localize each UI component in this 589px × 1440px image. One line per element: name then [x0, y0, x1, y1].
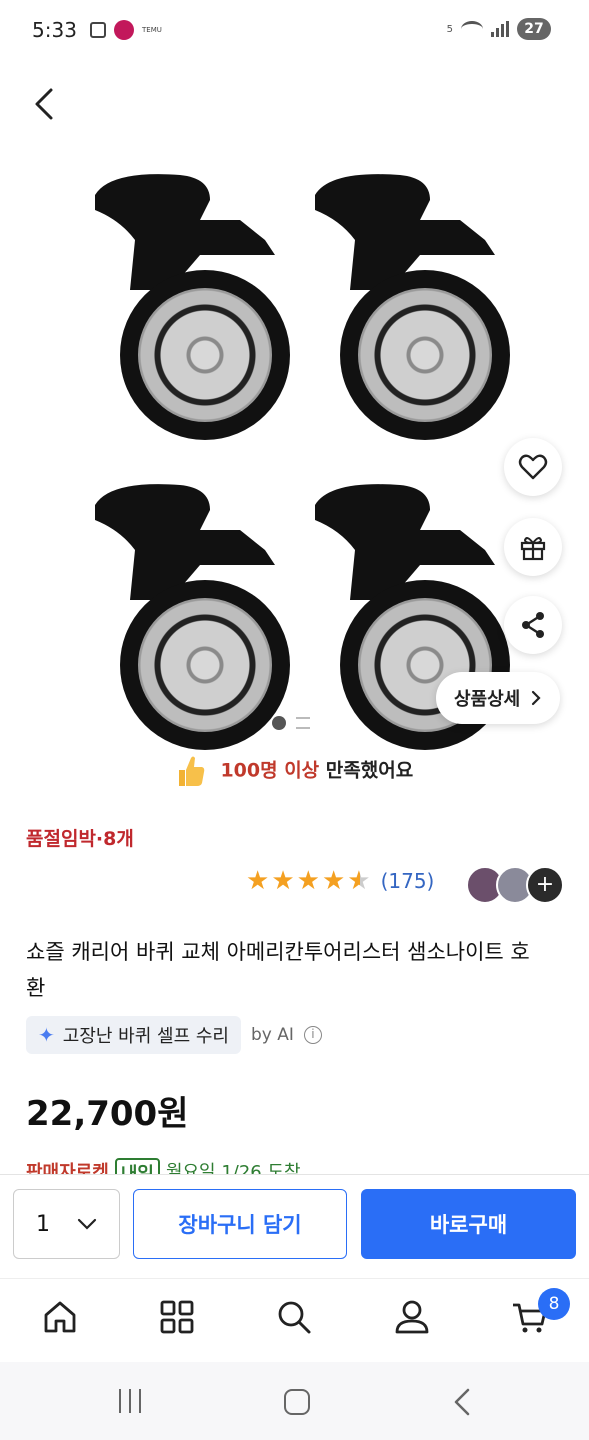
temu-notification-label: TEMU: [142, 26, 162, 34]
buy-now-button[interactable]: 바로구매: [361, 1189, 576, 1259]
chevron-down-icon: [77, 1218, 97, 1230]
status-indicators: 5 27: [447, 18, 551, 40]
carousel-dot-active: [272, 716, 286, 730]
nav-search[interactable]: [274, 1297, 314, 1337]
screenshot-icon: [90, 22, 106, 38]
status-notifications: TEMU: [90, 20, 162, 40]
system-back-icon[interactable]: [452, 1387, 472, 1417]
review-count[interactable]: (175): [381, 869, 435, 893]
wheel-disc: [120, 270, 290, 440]
satisfaction-banner: 100명 이상 만족했어요: [0, 754, 589, 788]
chevron-left-icon: [35, 88, 53, 120]
star-icon: ★: [296, 866, 320, 896]
purchase-bar: 1 장바구니 담기 바로구매: [0, 1174, 589, 1278]
wheel-disc: [340, 270, 510, 440]
battery-indicator: 27: [517, 18, 551, 40]
wheel-mount-shape: [95, 174, 275, 290]
star-half-icon: ★: [347, 866, 371, 896]
nav-categories[interactable]: [157, 1297, 197, 1337]
star-icon: ★: [271, 866, 295, 896]
product-detail-label: 상품상세: [454, 689, 521, 710]
rating-summary[interactable]: ★ ★ ★ ★ ★ (175): [246, 868, 434, 894]
recent-apps-button[interactable]: [119, 1389, 141, 1413]
satisfaction-text: 만족했어요: [325, 759, 414, 782]
status-time: 5:33: [32, 18, 77, 42]
review-photo-avatars[interactable]: +: [466, 866, 564, 904]
back-button[interactable]: [26, 84, 66, 124]
stock-warning: 품절임박·8개: [26, 828, 134, 850]
share-button[interactable]: [504, 596, 562, 654]
wheel-mount-shape: [315, 174, 495, 290]
wheel-disc: [120, 580, 290, 750]
quantity-select[interactable]: 1: [13, 1189, 120, 1259]
signal-icon: [491, 21, 509, 37]
wheel-image-2: [300, 160, 510, 450]
nav-home[interactable]: [40, 1297, 80, 1337]
ai-summary-chip[interactable]: ✦ 고장난 바퀴 셀프 수리: [26, 1016, 241, 1054]
product-title: 쇼즐 캐리어 바퀴 교체 아메리칸투어리스터 샘소나이트 호환: [26, 940, 530, 1000]
system-navigation-bar: [0, 1362, 589, 1440]
search-icon: [278, 1301, 311, 1334]
network-type: 5: [446, 23, 453, 35]
star-icon: ★: [246, 866, 270, 896]
share-icon: [522, 612, 544, 638]
gift-icon: [520, 537, 546, 561]
gift-button[interactable]: [504, 518, 562, 576]
heart-icon: [518, 454, 548, 480]
wheel-image-1: [80, 160, 290, 450]
ai-summary-label: 고장난 바퀴 셀프 수리: [62, 1026, 229, 1047]
status-bar: 5:33 TEMU 5 27: [0, 0, 589, 62]
nav-my-page[interactable]: [392, 1297, 432, 1337]
wheel-mount-shape: [95, 484, 275, 600]
home-button[interactable]: [284, 1389, 310, 1415]
home-icon: [44, 1301, 76, 1333]
wheel-image-3: [80, 470, 290, 760]
product-detail-button[interactable]: 상품상세: [436, 672, 561, 724]
ai-summary-row: ✦ 고장난 바퀴 셀프 수리 by AI i: [26, 1016, 322, 1054]
by-ai-label: by AI: [250, 1025, 294, 1045]
app-notification-icon: [114, 20, 134, 40]
more-photos-icon[interactable]: +: [526, 866, 564, 904]
carousel-more-icon: [296, 717, 310, 729]
user-icon: [395, 1300, 429, 1334]
sparkle-icon: ✦: [38, 1023, 55, 1047]
carousel-indicator: [272, 716, 310, 730]
thumbs-up-icon: [178, 756, 205, 786]
star-icon: ★: [321, 866, 346, 896]
product-image[interactable]: [0, 140, 589, 750]
wheel-disc: [340, 580, 510, 750]
wifi-icon: [461, 21, 483, 37]
chevron-right-icon: [532, 690, 541, 706]
add-to-cart-button[interactable]: 장바구니 담기: [133, 1189, 347, 1259]
wishlist-button[interactable]: [504, 438, 562, 496]
grid-icon: [160, 1300, 194, 1334]
satisfaction-highlight: 100명 이상: [220, 759, 320, 782]
product-price: 22,700원: [26, 1094, 189, 1134]
wheel-mount-shape: [315, 484, 495, 600]
info-icon[interactable]: i: [303, 1026, 322, 1044]
bottom-navigation: [0, 1278, 589, 1362]
quantity-value: 1: [36, 1211, 50, 1237]
cart-count-badge: 8: [538, 1288, 570, 1320]
